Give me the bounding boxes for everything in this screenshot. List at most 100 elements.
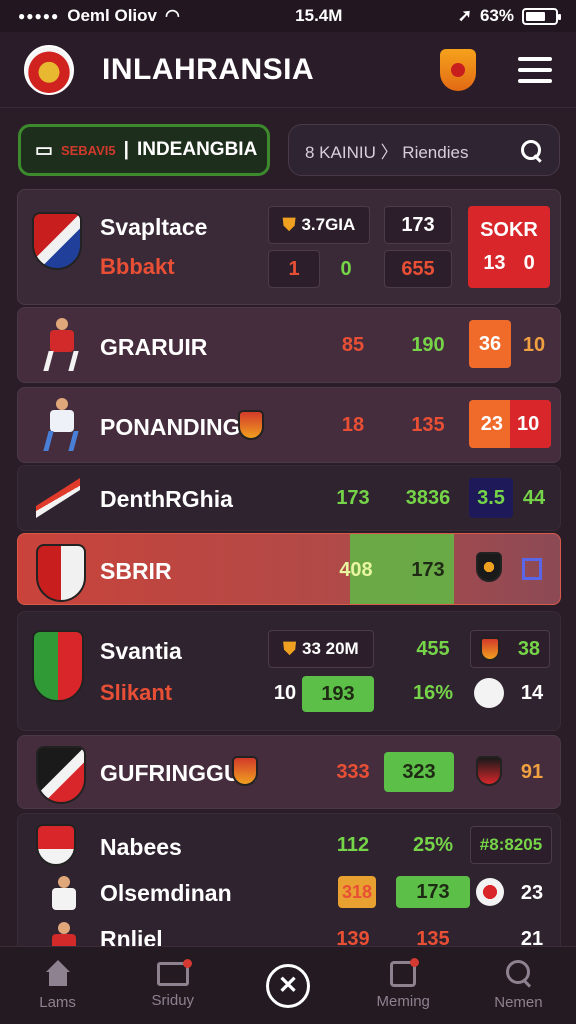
score-box[interactable]: SOKR 13 0 <box>468 206 550 288</box>
stat-value: 23 <box>520 882 544 904</box>
stat-value: 85 <box>341 334 365 356</box>
stat-value: 10 <box>273 682 297 704</box>
team-name: DenthRGhia <box>100 486 233 512</box>
score-value: 10 <box>517 412 540 435</box>
nav-label: Lams <box>39 994 76 1011</box>
team-subtitle: Slikant <box>100 680 173 705</box>
match-card[interactable]: DenthRGhia 173 3836 3.5 44 <box>17 465 561 531</box>
score-value: 23 <box>480 412 503 435</box>
nav-item-close[interactable]: ✕ <box>230 947 345 1024</box>
score-value: 36 <box>478 332 502 355</box>
stat-value: 38 <box>517 637 541 660</box>
match-card[interactable]: Nabees 112 25% #8:8205 Olsemdinan 318 17… <box>17 813 561 956</box>
breadcrumb: 8 KAINIU 〉 Riendies <box>305 142 469 162</box>
stat-value: 173 <box>336 487 370 509</box>
stat-value: 135 <box>411 414 445 436</box>
hamburger-menu-icon[interactable] <box>518 56 552 83</box>
clock: 15.4M <box>295 6 343 25</box>
ball-icon <box>476 878 504 906</box>
team-flag-icon <box>36 478 80 518</box>
match-card[interactable]: Svapltace Bbbakt ⛊ 3.7GIA 173 1 0 655 SO… <box>17 189 561 305</box>
match-card-highlighted[interactable]: SBRIR 408 173 <box>17 533 561 605</box>
search-icon[interactable] <box>519 138 543 162</box>
stat-badge-text: 33 20M <box>302 639 359 658</box>
stat-badge-text: 3.7GIA <box>301 215 356 234</box>
team-name: Nabees <box>100 834 182 860</box>
score-cell: 318 <box>338 876 376 908</box>
score-cell: 323 <box>384 752 454 792</box>
player-icon <box>36 318 84 374</box>
stat-value: 91 <box>520 761 544 783</box>
player-icon <box>36 398 84 454</box>
score-value: 13 <box>483 252 506 274</box>
app-title: INLAHRANSIA <box>102 52 315 86</box>
stat-value: 408 <box>339 559 373 581</box>
status-left: ●●●●● Oeml Oliov ◠ <box>18 6 180 26</box>
nav-item-study[interactable]: Sriduy <box>115 947 230 1024</box>
location-icon: ➚ <box>457 6 472 25</box>
score-cell: 36 <box>469 320 511 368</box>
team-name: Svapltace <box>100 214 208 240</box>
stat-badge: ⛊ 33 20M <box>268 630 374 668</box>
status-right: ➚ 63% <box>457 6 561 26</box>
shield-icon: ⛊ <box>282 215 296 234</box>
league-selector[interactable]: ▭ SEBAVI5 | INDEANGBIA <box>18 124 270 176</box>
ball-icon <box>474 678 504 708</box>
match-card[interactable]: GUFRINGGUN 333 323 91 <box>17 735 561 809</box>
stat-value: 333 <box>336 761 370 783</box>
app-header: INLAHRANSIA <box>0 32 576 108</box>
stat-value: 44 <box>522 487 546 509</box>
stat-value: 25% <box>412 834 454 856</box>
stat-value: 18 <box>341 414 365 436</box>
stat-cell: 655 <box>384 250 452 288</box>
bookmark-icon[interactable] <box>522 558 542 580</box>
score-cell: 3.5 <box>469 478 513 518</box>
stat-cell: #8:8205 <box>470 826 552 864</box>
score-cell: 173 <box>396 876 470 908</box>
club-badge-icon <box>479 637 500 661</box>
stat-value: 0 <box>340 258 352 280</box>
nav-label: Meming <box>376 993 430 1010</box>
nav-item-messages[interactable]: Meming <box>346 947 461 1024</box>
shield-icon[interactable] <box>440 48 476 91</box>
nav-item-home[interactable]: Lams <box>0 947 115 1024</box>
stat-cell: 1 <box>268 250 320 288</box>
team-name: GRARUIR <box>100 334 208 360</box>
stat-value: 173 <box>411 559 445 581</box>
divider: | <box>123 139 129 160</box>
team-name: Svantia <box>100 638 182 664</box>
stat-cell: 173 <box>384 206 452 244</box>
score-value: 193 <box>321 682 355 705</box>
filter-row: ▭ SEBAVI5 | INDEANGBIA 8 KAINIU 〉 Riendi… <box>18 124 560 176</box>
league-label: INDEANGBIA <box>136 139 258 160</box>
score-label: SOKR <box>480 219 538 241</box>
stat-value: 14 <box>520 682 544 704</box>
match-card[interactable]: GRARUIR 85 190 36 10 <box>17 307 561 383</box>
stat-badge: ⛊ 3.7GIA <box>268 206 370 244</box>
match-card[interactable]: Svantia Slikant ⛊ 33 20M 455 38 10 193 1… <box>17 611 561 731</box>
signal-icon: ●●●●● <box>18 9 60 23</box>
score-value: 323 <box>402 760 436 783</box>
shield-icon: ⛊ <box>283 639 297 658</box>
league-tag: SEBAVI5 <box>60 142 116 158</box>
app-logo <box>24 44 74 95</box>
stat-value: 190 <box>411 334 445 356</box>
team-name: PONANDINGN <box>100 414 258 440</box>
team-subtitle: Bbbakt <box>100 254 175 279</box>
team-crest-icon <box>36 544 86 602</box>
nav-item-search[interactable]: Nemen <box>461 947 576 1024</box>
score-value: 173 <box>416 880 450 903</box>
carrier-name: Oeml Oliov <box>67 6 157 25</box>
stat-value: 16% <box>412 682 454 704</box>
wifi-icon: ◠ <box>165 6 180 25</box>
stat-cell: 38 <box>470 630 550 668</box>
match-card[interactable]: PONANDINGN 18 135 23 10 <box>17 387 561 463</box>
close-icon: ✕ <box>266 963 310 1008</box>
club-badge-icon <box>476 756 502 786</box>
club-badge-icon <box>238 410 264 440</box>
score-cell: 193 <box>302 676 374 712</box>
team-crest-icon <box>32 212 82 270</box>
stat-value: 173 <box>401 213 435 236</box>
home-icon <box>42 960 74 988</box>
search-input[interactable]: 8 KAINIU 〉 Riendies <box>288 124 560 176</box>
